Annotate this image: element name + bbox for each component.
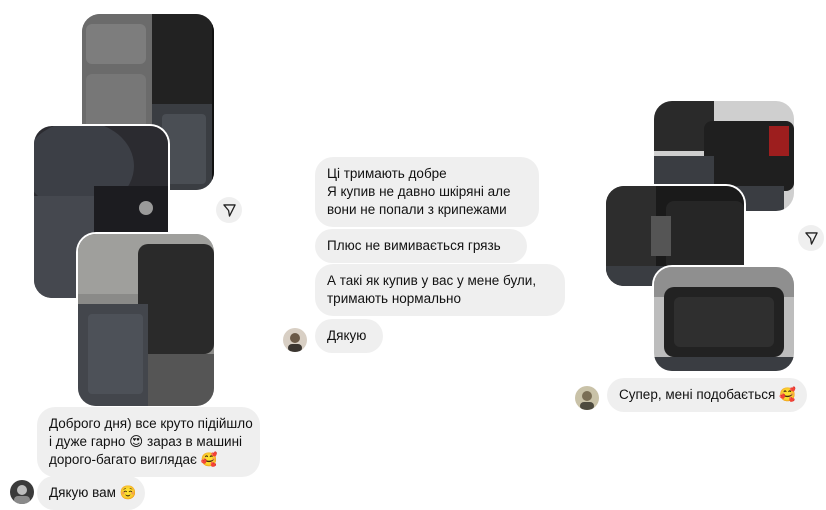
message-line: А такі як купив у вас у мене були,: [327, 273, 537, 288]
message-line: Я купив не давно шкіряні але: [327, 184, 511, 199]
avatar[interactable]: [283, 328, 307, 352]
message-line: Доброго дня) все круто підійшло: [49, 416, 253, 431]
avatar[interactable]: [10, 480, 34, 504]
message-bubble: Плюс не вимивається грязь: [315, 229, 527, 263]
chat-panel-left: Доброго дня) все круто підійшло і дуже г…: [0, 0, 270, 510]
share-button[interactable]: [216, 197, 242, 223]
message-bubble: Дякую вам ☺️: [37, 476, 145, 510]
message-line: дорого-багато виглядає 🥰: [49, 452, 218, 467]
message-line: Плюс не вимивається грязь: [327, 238, 501, 253]
message-line: вони не попали з крипежами: [327, 202, 507, 217]
message-bubble: Дякую: [315, 319, 383, 353]
message-line: і дуже гарно 😍 зараз в машині: [49, 434, 243, 449]
avatar[interactable]: [575, 386, 599, 410]
message-line: Супер, мені подобається 🥰: [619, 387, 796, 402]
message-line: Ці тримають добре: [327, 166, 447, 181]
chat-panel-middle: Ці тримають добре Я купив не давно шкіря…: [275, 0, 575, 510]
send-arrow-icon: [222, 203, 236, 217]
share-button[interactable]: [798, 225, 824, 251]
chat-panel-right: Супер, мені подобається 🥰: [565, 0, 826, 510]
car-interior-photo-3[interactable]: [78, 234, 214, 406]
user-avatar-icon: [283, 328, 307, 352]
message-line: Дякую: [327, 328, 367, 343]
car-interior-photo-6[interactable]: [654, 267, 794, 371]
message-bubble: Доброго дня) все круто підійшло і дуже г…: [37, 407, 260, 477]
send-arrow-icon: [804, 231, 818, 245]
user-avatar-icon: [575, 386, 599, 410]
message-line: Дякую вам ☺️: [49, 485, 137, 500]
message-line: тримають нормально: [327, 291, 461, 306]
user-avatar-icon: [10, 480, 34, 504]
message-bubble: Супер, мені подобається 🥰: [607, 378, 807, 412]
message-bubble: Ці тримають добре Я купив не давно шкіря…: [315, 157, 539, 227]
message-bubble: А такі як купив у вас у мене були, трима…: [315, 264, 565, 316]
